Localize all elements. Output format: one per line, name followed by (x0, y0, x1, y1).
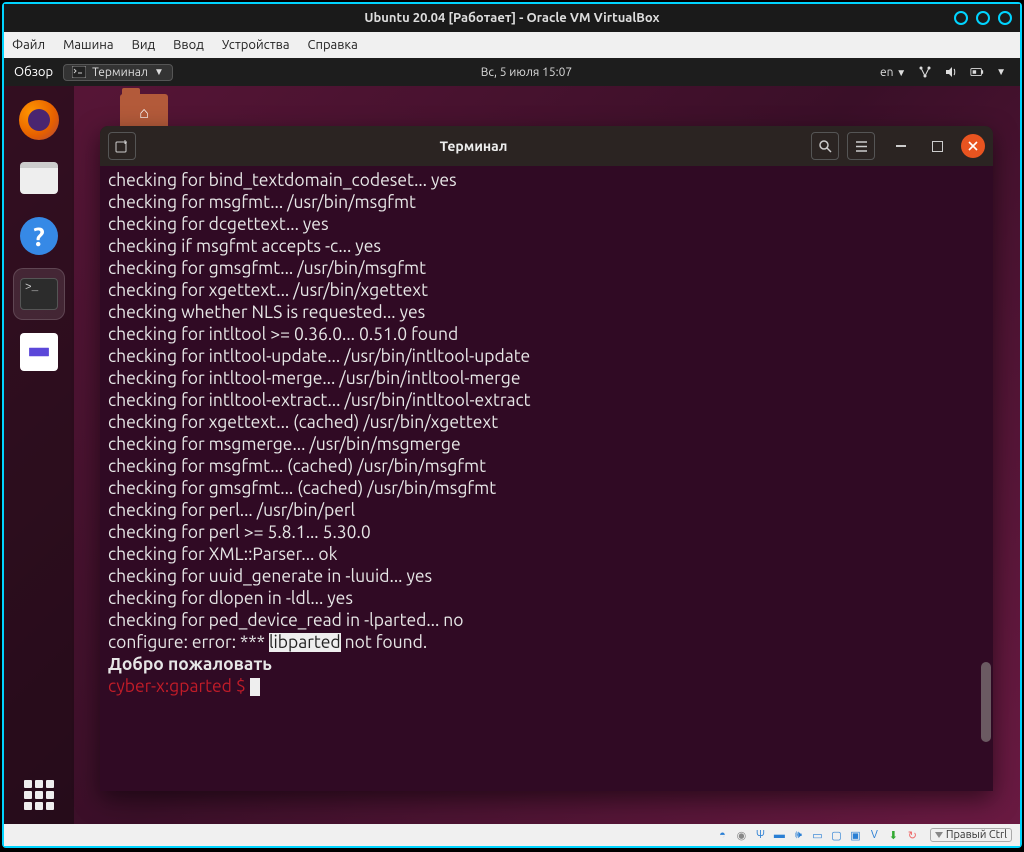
terminal-output-line: checking for intltool-update... /usr/bin… (108, 346, 985, 368)
welcome-text: Добро пожаловать (108, 654, 985, 676)
terminal-output-line: checking for perl... /usr/bin/perl (108, 500, 985, 522)
dock: ? (4, 86, 74, 824)
terminal-output-line: checking for msgmerge... /usr/bin/msgmer… (108, 434, 985, 456)
dock-text-editor[interactable] (13, 326, 65, 378)
terminal-output-line: checking for gmsgfmt... /usr/bin/msgfmt (108, 258, 985, 280)
terminal-output-line: checking for xgettext... (cached) /usr/b… (108, 412, 985, 434)
close-button[interactable] (961, 134, 985, 158)
terminal-headerbar[interactable]: Терминал (100, 126, 993, 166)
maximize-button[interactable] (925, 134, 949, 158)
terminal-output-line: checking for XML::Parser... ok (108, 544, 985, 566)
text-editor-icon (20, 333, 58, 371)
virtualbox-title-text: Ubuntu 20.04 [Работает] - Oracle VM Virt… (364, 11, 659, 25)
terminal-output-line: checking for msgfmt... /usr/bin/msgfmt (108, 192, 985, 214)
virtualbox-menubar: Файл Машина Вид Ввод Устройства Справка (4, 32, 1020, 58)
cursor (250, 678, 260, 696)
show-applications-button[interactable] (24, 780, 54, 810)
terminal-content[interactable]: checking for bind_textdomain_codeset... … (100, 166, 993, 791)
terminal-output-line: checking if msgfmt accepts -c... yes (108, 236, 985, 258)
menu-machine[interactable]: Машина (63, 38, 114, 52)
new-tab-button[interactable] (108, 132, 136, 160)
terminal-title: Терминал (144, 138, 803, 154)
seamless-icon[interactable]: ↻ (905, 828, 920, 843)
error-highlight: libparted (269, 633, 341, 652)
terminal-output-line: checking for xgettext... /usr/bin/xgette… (108, 280, 985, 302)
files-icon (20, 162, 58, 194)
close-icon (967, 140, 979, 152)
terminal-error-line: configure: error: *** libparted not foun… (108, 632, 985, 654)
terminal-output-line: checking for dlopen in -ldl... yes (108, 588, 985, 610)
virtualbox-statusbar: ◓ ◉ Ψ ▬ 🕪 ▭ ▢ ▣ V ⬇ ↻ Правый Ctrl (4, 824, 1020, 846)
system-tray[interactable]: en ▼ ▼ (880, 65, 1020, 79)
chevron-down-icon: ▼ (996, 66, 1006, 78)
host-key-indicator[interactable]: Правый Ctrl (930, 828, 1012, 842)
vbox-close-icon[interactable] (998, 11, 1012, 25)
terminal-output-line: checking whether NLS is requested... yes (108, 302, 985, 324)
terminal-icon (20, 278, 58, 310)
display-icon[interactable]: ▢ (829, 828, 844, 843)
minimize-button[interactable] (889, 134, 913, 158)
vbox-max-icon[interactable] (976, 11, 990, 25)
hamburger-menu-button[interactable] (847, 132, 875, 160)
vbox-min-icon[interactable] (954, 11, 968, 25)
menu-devices[interactable]: Устройства (222, 38, 290, 52)
virtualbox-titlebar[interactable]: Ubuntu 20.04 [Работает] - Oracle VM Virt… (4, 4, 1020, 32)
hamburger-icon (854, 139, 869, 154)
app-menu-label: Терминал (92, 66, 148, 79)
clock[interactable]: Вс, 5 июля 15:07 (173, 66, 880, 79)
scrollbar-thumb[interactable] (981, 662, 991, 742)
menu-input[interactable]: Ввод (173, 38, 204, 52)
app-menu-dropdown[interactable]: Терминал ▼ (63, 64, 173, 81)
activities-button[interactable]: Обзор (14, 65, 53, 79)
battery-icon (970, 65, 984, 79)
terminal-output-line: checking for bind_textdomain_codeset... … (108, 170, 985, 192)
terminal-output-line: checking for gmsgfmt... (cached) /usr/bi… (108, 478, 985, 500)
terminal-icon (72, 66, 86, 78)
firefox-icon (19, 100, 59, 140)
terminal-output-line: checking for dcgettext... yes (108, 214, 985, 236)
cpu-icon[interactable]: V (867, 828, 882, 843)
search-button[interactable] (811, 132, 839, 160)
recording-icon[interactable]: ▣ (848, 828, 863, 843)
chevron-down-icon: ▼ (154, 66, 164, 78)
optical-drive-icon[interactable]: ◉ (734, 828, 749, 843)
shared-folder-icon[interactable]: ▬ (772, 828, 787, 843)
terminal-window: Терминал checking for bind_textdomain_co… (100, 126, 993, 791)
search-icon (818, 139, 833, 154)
terminal-output-line: checking for uuid_generate in -luuid... … (108, 566, 985, 588)
terminal-output-line: checking for intltool-merge... /usr/bin/… (108, 368, 985, 390)
dock-files[interactable] (13, 152, 65, 204)
audio-icon[interactable]: 🕪 (791, 828, 806, 843)
dock-firefox[interactable] (13, 94, 65, 146)
terminal-output-line: checking for ped_device_read in -lparted… (108, 610, 985, 632)
menu-file[interactable]: Файл (12, 38, 45, 52)
shell-prompt: cyber-x:gparted $ (108, 676, 985, 698)
terminal-output-line: checking for perl >= 5.8.1... 5.30.0 (108, 522, 985, 544)
guest-screen: Обзор Терминал ▼ Вс, 5 июля 15:07 en ▼ ▼ (4, 58, 1020, 824)
network-adapter-icon[interactable]: ▭ (810, 828, 825, 843)
menu-help[interactable]: Справка (308, 38, 358, 52)
network-icon (918, 65, 932, 79)
volume-icon (944, 65, 958, 79)
gnome-top-bar: Обзор Терминал ▼ Вс, 5 июля 15:07 en ▼ ▼ (4, 58, 1020, 86)
hdd-activity-icon[interactable]: ◓ (715, 828, 730, 843)
mouse-integration-icon[interactable]: ⬇ (886, 828, 901, 843)
terminal-output-line: checking for msgfmt... (cached) /usr/bin… (108, 456, 985, 478)
virtualbox-window: Ubuntu 20.04 [Работает] - Oracle VM Virt… (2, 2, 1022, 848)
language-indicator[interactable]: en ▼ (880, 66, 906, 79)
terminal-output-line: checking for intltool-extract... /usr/bi… (108, 390, 985, 412)
new-tab-icon (114, 138, 130, 154)
dock-help[interactable]: ? (13, 210, 65, 262)
menu-view[interactable]: Вид (132, 38, 156, 52)
terminal-output-line: checking for intltool >= 0.36.0... 0.51.… (108, 324, 985, 346)
usb-icon[interactable]: Ψ (753, 828, 768, 843)
help-icon: ? (20, 217, 58, 255)
dock-terminal[interactable] (13, 268, 65, 320)
